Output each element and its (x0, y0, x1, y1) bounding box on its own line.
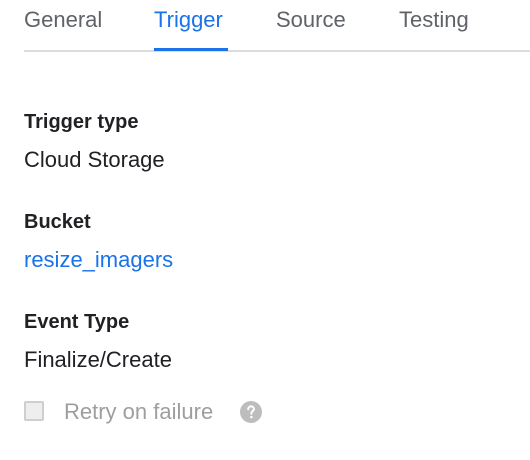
bucket-link[interactable]: resize_imagers (24, 246, 173, 274)
event-type-label: Event Type (24, 311, 130, 333)
trigger-type-value: Cloud Storage (24, 147, 165, 172)
tab-testing[interactable]: Testing (399, 6, 469, 34)
trigger-type-label: Trigger type (24, 111, 139, 133)
bucket-label: Bucket (24, 211, 91, 233)
help-circle-icon[interactable] (239, 400, 263, 424)
tab-trigger[interactable]: Trigger (154, 6, 223, 34)
event-type-value: Finalize/Create (24, 347, 172, 372)
retry-on-failure-checkbox[interactable] (24, 401, 44, 421)
tab-bar: General Trigger Source Testing (24, 0, 530, 52)
retry-on-failure-row: Retry on failure (24, 398, 324, 426)
active-tab-indicator (154, 48, 228, 51)
retry-on-failure-label: Retry on failure (64, 399, 214, 424)
tab-source[interactable]: Source (276, 6, 346, 34)
tab-general[interactable]: General (24, 6, 102, 34)
